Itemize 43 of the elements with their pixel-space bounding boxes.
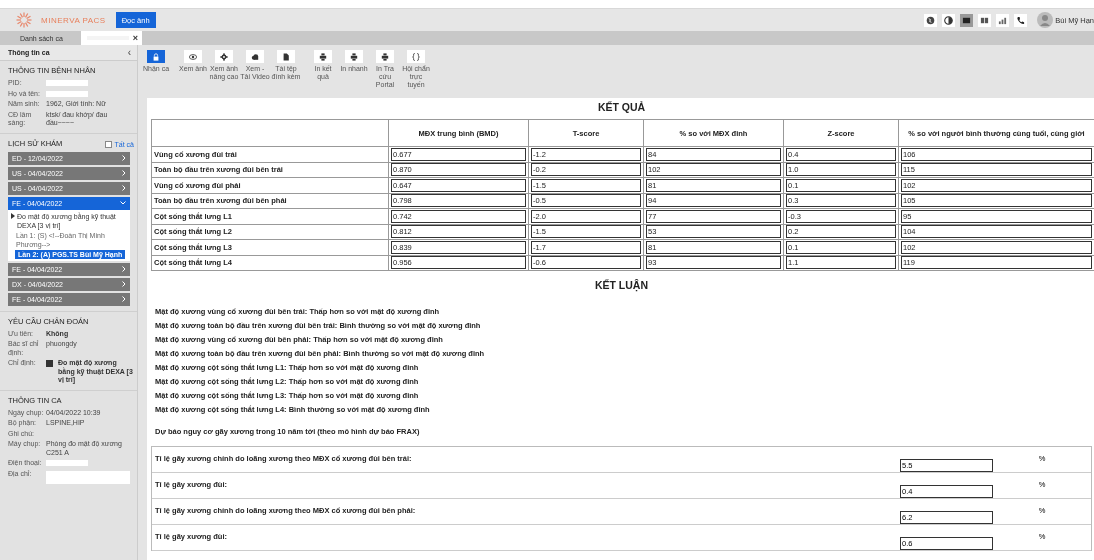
chevron-right-icon [122, 170, 126, 176]
section-title: KẾT LUẬN [594, 278, 649, 294]
chevron-right-icon [122, 155, 126, 161]
cloud-icon [251, 52, 259, 61]
gear-button[interactable] [215, 50, 233, 63]
eye-icon [189, 52, 197, 61]
redaction-bar [46, 90, 88, 97]
redaction-bar [46, 460, 88, 466]
chart-button[interactable] [996, 13, 1010, 27]
section-title: KẾT QUẢ [597, 100, 646, 115]
lock-icon [152, 52, 160, 61]
phone-button[interactable] [1014, 13, 1028, 27]
layout-single-button[interactable] [960, 13, 974, 27]
chevron-right-icon [122, 266, 126, 272]
redaction-bar [46, 80, 88, 86]
chevron-right-icon [122, 281, 126, 287]
checkbox[interactable] [104, 140, 112, 148]
braces-button[interactable] [407, 50, 425, 63]
collapse-button[interactable]: ‹ [127, 48, 131, 57]
printer-button[interactable] [376, 50, 394, 63]
triangle-icon [11, 212, 15, 219]
printer-icon [319, 52, 327, 61]
app-logo: MINERVA PACS [41, 15, 106, 25]
avatar-icon[interactable] [1037, 12, 1054, 28]
gear-icon [220, 52, 228, 61]
printer-icon [381, 52, 389, 61]
printer-button[interactable] [345, 50, 363, 63]
cloud-button[interactable] [246, 50, 264, 63]
lock-button[interactable] [147, 50, 165, 63]
braces-icon [412, 52, 420, 61]
printer-button[interactable] [314, 50, 332, 63]
chevron-down-icon [120, 201, 126, 205]
chevron-right-icon [122, 296, 126, 302]
printer-icon [350, 52, 358, 61]
contrast-button[interactable] [942, 13, 956, 27]
layout-double-button[interactable] [978, 13, 992, 27]
file-button[interactable] [277, 50, 295, 63]
checkbox[interactable] [46, 360, 53, 367]
tab[interactable]: × [80, 31, 143, 45]
globe-button[interactable] [924, 13, 938, 27]
eye-button[interactable] [184, 50, 202, 63]
file-icon [282, 52, 290, 61]
chevron-right-icon [122, 185, 126, 191]
